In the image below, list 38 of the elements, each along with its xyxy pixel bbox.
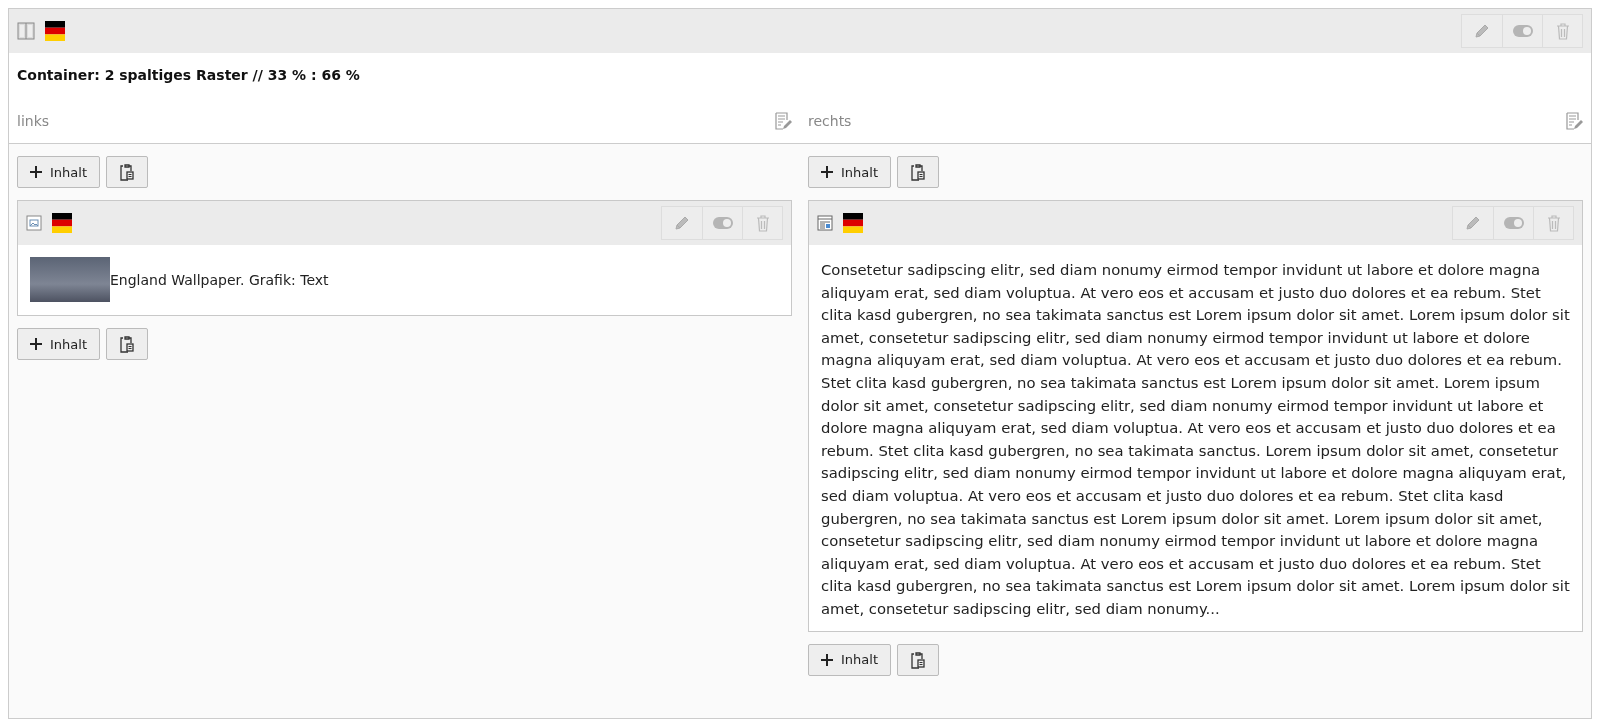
image-type-icon xyxy=(26,215,42,231)
edit-column-icon[interactable] xyxy=(1565,112,1583,130)
paste-button[interactable] xyxy=(106,156,148,188)
flag-icon xyxy=(45,21,65,41)
edit-column-icon[interactable] xyxy=(774,112,792,130)
flag-icon xyxy=(52,213,72,233)
paste-button[interactable] xyxy=(106,328,148,360)
element-caption: England Wallpaper. Grafik: Text xyxy=(110,271,329,288)
toggle-icon xyxy=(1511,24,1534,38)
add-content-button[interactable]: Inhalt xyxy=(17,156,100,188)
plus-icon xyxy=(30,166,42,178)
body-text: Consetetur sadipscing elitr, sed diam nonumy eirmod tempor invidunt ut labore et dolore magna aliquyam erat, sed diam voluptua. At vero eos et accusam et justo duo dolores et ea rebum. Stet clita kasd gubergren, no sea takimata sanctus est Lorem ipsum dolor sit amet. Lorem ipsum dolor sit amet, consetetur sadipscing elitr, sed diam nonumy eirmod tempor invidunt ut labore et dolore magna aliquyam erat, sed diam voluptua. At vero eos et accusam et justo duo dolores et ea rebum. Stet clita kasd gubergren, no sea takimata sanctus est Lorem ipsum dolor sit amet. Lorem ipsum dolor sit amet, consetetur sadipscing elitr, sed diam nonumy eirmod tempor invidunt ut labore et dolore magna aliquyam erat, sed diam voluptua. At vero eos et accusam et justo duo dolores et ea rebum. Stet clita kasd gubergren, no sea takimata sanctus. Lorem ipsum dolor sit amet, consetetur sadipscing elitr, sed diam nonumy eirmod tempor invidunt ut labore et dolore magna aliquyam erat, sed diam voluptua. At vero eos et accusam et justo duo dolores et ea rebum. Stet clita kasd gubergren, no sea takimata sanctus est Lorem ipsum dolor sit amet. Lorem ipsum dolor sit amet, consetetur sadipscing elitr, sed diam nonumy eirmod tempor invidunt ut labore et dolore magna aliquyam erat, sed diam voluptua. At vero eos et accusam et justo duo dolores et ea rebum. Stet clita kasd gubergren, no sea takimata sanctus est Lorem ipsum dolor sit amet. Lorem ipsum dolor sit amet, consetetur sadipscing elitr, sed diam nonumy... xyxy=(820,260,1571,619)
paste-button[interactable] xyxy=(897,643,939,676)
trash-icon xyxy=(1554,22,1571,40)
paste-button[interactable] xyxy=(897,156,939,188)
toggle-icon xyxy=(711,216,734,230)
plus-icon xyxy=(821,166,833,178)
column-label: rechts xyxy=(808,113,852,129)
add-content-button[interactable]: Inhalt xyxy=(808,643,891,676)
pencil-icon xyxy=(1464,214,1482,232)
pencil-icon xyxy=(673,214,691,232)
toggle-icon xyxy=(1502,216,1525,230)
clipboard-icon xyxy=(910,163,926,181)
flag-icon xyxy=(843,213,863,233)
column-label: links xyxy=(17,113,50,129)
text-type-icon xyxy=(817,215,833,231)
clipboard-icon xyxy=(119,163,135,181)
trash-icon xyxy=(754,214,771,232)
plus-icon xyxy=(821,653,833,666)
pencil-icon xyxy=(1473,22,1491,40)
add-content-button[interactable]: Inhalt xyxy=(808,156,891,188)
add-content-button[interactable]: Inhalt xyxy=(17,328,100,360)
plus-icon xyxy=(30,338,42,350)
container-title: Container: 2 spaltiges Raster // 33 % : 66 % xyxy=(9,53,1591,91)
columns-icon xyxy=(17,22,35,40)
clipboard-icon xyxy=(119,335,135,353)
clipboard-icon xyxy=(910,650,926,669)
trash-icon xyxy=(1545,214,1562,232)
